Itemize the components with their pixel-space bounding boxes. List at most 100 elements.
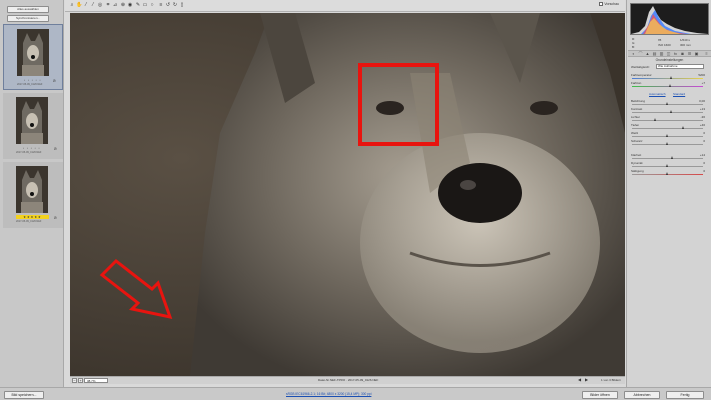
slider-value[interactable]: 0 [703, 169, 705, 173]
image-count-label: 1 von 3 Bildern [600, 378, 621, 382]
zoom-out-button[interactable]: − [72, 378, 77, 383]
rating-stars[interactable]: • • • • • [24, 78, 42, 82]
tab-presets-icon[interactable]: ☰ [687, 52, 692, 56]
slider-value[interactable]: 0 [703, 161, 705, 165]
tab-camera-calibration-icon[interactable]: ◙ [680, 52, 685, 56]
slider-value[interactable]: 5200 [698, 73, 705, 77]
saturation-slider[interactable] [632, 172, 703, 175]
panel-menu-icon[interactable]: ≡ [704, 52, 709, 56]
zoom-in-button[interactable]: + [78, 378, 83, 383]
temperature-slider[interactable] [632, 76, 703, 79]
blacks-slider[interactable] [632, 142, 703, 145]
slider-knob[interactable] [682, 126, 684, 129]
whites-slider[interactable] [632, 134, 703, 137]
cancel-button[interactable]: Abbrechen [624, 391, 660, 399]
auto-link[interactable]: Automatisch [649, 92, 666, 96]
image-preview-canvas[interactable] [70, 13, 625, 376]
tab-basic-icon[interactable]: ◐ [631, 52, 636, 56]
slider-knob[interactable] [666, 102, 668, 105]
slider-label: Belichtung [631, 99, 646, 103]
canvas-status-bar: − + 38,7% Datei-Nr.NEF-TPRO · 2017-05-09… [70, 376, 625, 384]
slider-knob[interactable] [671, 156, 673, 159]
hand-icon[interactable]: ✋ [76, 2, 82, 9]
highlights-slider[interactable] [632, 118, 703, 121]
preview-checkbox[interactable]: Vorschau [599, 2, 619, 7]
rotate-left-icon[interactable]: ↺ [165, 2, 171, 9]
histogram [630, 3, 709, 35]
tab-effects-icon[interactable]: fx [673, 52, 678, 56]
crop-icon[interactable]: ⌗ [105, 2, 111, 9]
slider-value[interactable]: +46 [700, 123, 705, 127]
white-balance-select[interactable]: Wie Aufnahme [656, 64, 704, 69]
slider-label: Weiß [631, 131, 638, 135]
filmstrip-thumbnail[interactable]: ★★★★★ ⊘ 2017-05-09_0126.NEF [3, 162, 63, 228]
open-images-button[interactable]: Bilder öffnen [582, 391, 618, 399]
red-eye-icon[interactable]: ◉ [127, 2, 133, 9]
next-image-button[interactable]: ▶ [585, 377, 588, 382]
slider-knob[interactable] [666, 142, 668, 145]
slider-knob[interactable] [654, 118, 656, 121]
rating-stars[interactable]: ★★★★★ [16, 215, 49, 219]
thumbnail-filename: 2017-05-09_0126.NEF [16, 151, 42, 154]
slider-value[interactable]: 0,00 [699, 99, 705, 103]
tab-detail-icon[interactable]: ▲ [645, 52, 650, 56]
tab-hsl-icon[interactable]: ▤ [652, 52, 657, 56]
target-adjust-icon[interactable]: ◎ [97, 2, 103, 9]
shadows-slider[interactable] [632, 126, 703, 129]
vibrance-slider[interactable] [632, 164, 703, 167]
slider-value[interactable]: +13 [700, 107, 705, 111]
filmstrip-thumbnail[interactable]: • • • • • ⊘ 2017-05-09_0126.NEF [3, 24, 63, 90]
previous-image-button[interactable]: ◀ [578, 377, 581, 382]
zoom-icon[interactable]: ⌕ [69, 2, 75, 9]
slider-value[interactable]: -36 [701, 115, 705, 119]
graduated-filter-icon[interactable]: ▭ [142, 2, 148, 9]
workflow-options-link[interactable]: sRGB IEC61966-2.1; 16 Bit; 4800 x 3200 (… [286, 392, 371, 396]
slider-value[interactable]: 0 [703, 139, 705, 143]
edited-badge-icon: ⊘ [53, 146, 57, 151]
shutter-label: 1/640 s [680, 38, 690, 42]
select-all-button[interactable]: Alles auswählen [7, 6, 49, 13]
slider-label: Dynamik [631, 161, 643, 165]
straighten-icon[interactable]: ⊿ [112, 2, 118, 9]
spot-removal-icon[interactable]: ⊕ [120, 2, 126, 9]
synchronize-button[interactable]: Synchronisieren... [7, 15, 49, 22]
done-button[interactable]: Fertig [666, 391, 704, 399]
rating-stars[interactable]: • • • • • [23, 146, 41, 150]
slider-knob[interactable] [666, 164, 668, 167]
filmstrip-thumbnail[interactable]: • • • • • ⊘ 2017-05-09_0126.NEF [3, 93, 63, 159]
checkbox-icon[interactable] [599, 2, 604, 7]
exposure-slider[interactable] [632, 102, 703, 105]
slider-knob[interactable] [666, 172, 668, 175]
tab-snapshots-icon[interactable]: ▣ [694, 52, 699, 56]
tint-slider[interactable] [632, 84, 703, 87]
color-sampler-icon[interactable]: ⁄ [90, 2, 96, 9]
rotate-right-icon[interactable]: ↻ [172, 2, 178, 9]
preferences-icon[interactable]: ≡ [158, 2, 164, 9]
slider-knob[interactable] [670, 110, 672, 113]
default-link[interactable]: Standard [673, 92, 685, 96]
white-balance-label: Weißabgleich: [631, 65, 650, 69]
contrast-slider[interactable] [632, 110, 703, 113]
slider-label: Farbtemperatur [631, 73, 652, 77]
adjustment-panel: R: G: B: f/5 1/640 s ISO 1600 300 mm ◐ ⌒… [626, 0, 711, 387]
tab-lens-icon[interactable]: ◫ [666, 52, 671, 56]
edited-badge-icon: ⊘ [53, 215, 57, 220]
trash-icon[interactable]: ▯ [179, 2, 185, 9]
save-image-button[interactable]: Bild speichern... [4, 391, 44, 399]
white-balance-icon[interactable]: ⁄ [83, 2, 89, 9]
zoom-level-select[interactable]: 38,7% [84, 378, 108, 383]
slider-value[interactable]: +14 [700, 153, 705, 157]
slider-knob[interactable] [666, 134, 668, 137]
adjustment-brush-icon[interactable]: ✎ [135, 2, 141, 9]
slider-value[interactable]: +7 [702, 81, 705, 85]
slider-label: Sättigung [631, 169, 644, 173]
slider-knob[interactable] [669, 84, 671, 87]
file-name-label: Datei-Nr.NEF-TPRO · 2017-05-09_0126.NEF [318, 378, 379, 382]
clarity-slider[interactable] [632, 156, 703, 159]
slider-value[interactable]: 0 [703, 131, 705, 135]
wolf-photo [70, 13, 625, 376]
tab-tone-curve-icon[interactable]: ⌒ [638, 52, 643, 56]
slider-knob[interactable] [670, 76, 672, 79]
tab-split-toning-icon[interactable]: ▥ [659, 52, 664, 56]
radial-filter-icon[interactable]: ○ [149, 2, 155, 9]
